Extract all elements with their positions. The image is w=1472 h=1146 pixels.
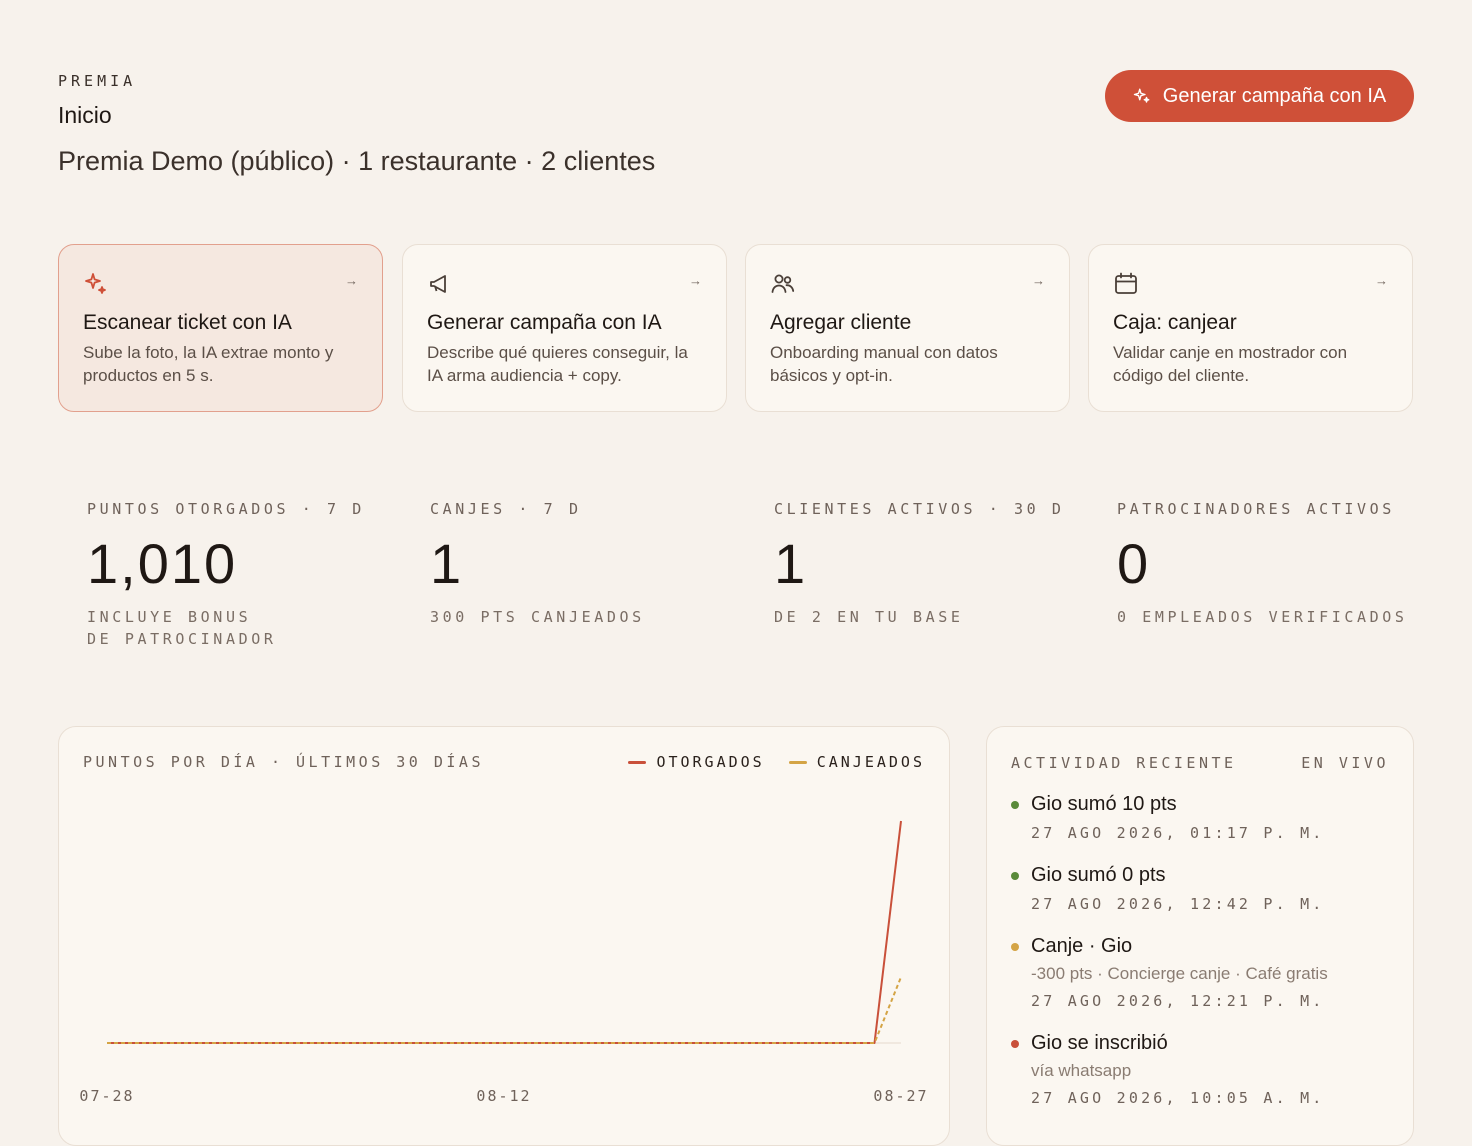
recent-activity-panel: ACTIVIDAD RECIENTE EN VIVO Gio sumó 10 p… xyxy=(986,726,1414,1146)
activity-text: Canje · Gio xyxy=(1031,935,1133,957)
stat-active-clients: CLIENTES ACTIVOS · 30 D 1 DE 2 EN TU BAS… xyxy=(774,500,1074,628)
live-badge: EN VIVO xyxy=(1301,754,1389,772)
card-title: Escanear ticket con IA xyxy=(83,311,292,334)
status-dot xyxy=(1011,872,1019,880)
stat-value: 1 xyxy=(430,532,464,595)
stat-label: CANJES · 7 D xyxy=(430,500,582,518)
calendar-icon xyxy=(1115,272,1137,294)
status-dot xyxy=(1011,943,1019,951)
stat-value: 1 xyxy=(774,532,808,595)
sparkle-icon xyxy=(1133,88,1150,103)
activity-text: Gio sumó 10 pts xyxy=(1031,793,1177,815)
megaphone-icon xyxy=(430,275,446,293)
activity-text: Gio sumó 0 pts xyxy=(1031,864,1166,886)
status-dot xyxy=(1011,801,1019,809)
activity-item: Gio sumó 0 pts 27 AGO 2026, 12:42 P. M. xyxy=(1011,864,1393,913)
stat-note: 0 EMPLEADOS VERIFICADOS xyxy=(1117,608,1408,626)
series-line-otorgados xyxy=(107,820,902,1044)
stat-note: INCLUYE BONUS DE PATROCINADOR xyxy=(87,608,277,648)
users-icon xyxy=(771,274,795,293)
generate-campaign-button[interactable]: Generar campaña con IA xyxy=(1105,70,1414,122)
activity-title: ACTIVIDAD RECIENTE xyxy=(1011,754,1237,772)
generate-campaign-label: Generar campaña con IA xyxy=(1162,84,1387,107)
activity-timestamp: 27 AGO 2026, 12:42 P. M. xyxy=(1031,895,1325,913)
x-tick-label: 07-28 xyxy=(79,1087,134,1105)
card-generate-campaign[interactable]: → Generar campaña con IA Describe qué qu… xyxy=(402,244,727,412)
arrow-right-icon: → xyxy=(345,273,358,288)
stat-value: 1,010 xyxy=(87,532,238,595)
activity-detail: -300 pts · Concierge canje · Café gratis xyxy=(1031,964,1328,983)
arrow-right-icon: → xyxy=(1032,273,1045,288)
card-description: Sube la foto, la IA extrae monto y produ… xyxy=(83,343,334,385)
workspace-summary: Premia Demo (público) · 1 restaurante · … xyxy=(58,146,656,176)
stat-active-sponsors: PATROCINADORES ACTIVOS 0 0 EMPLEADOS VER… xyxy=(1117,500,1417,628)
x-tick-label: 08-27 xyxy=(873,1087,928,1105)
stat-value: 0 xyxy=(1117,532,1151,595)
card-title: Agregar cliente xyxy=(770,311,912,334)
stat-label: CLIENTES ACTIVOS · 30 D xyxy=(774,500,1065,518)
card-title: Caja: canjear xyxy=(1113,311,1237,334)
stat-label: PUNTOS OTORGADOS · 7 D xyxy=(87,500,365,518)
activity-timestamp: 27 AGO 2026, 01:17 P. M. xyxy=(1031,824,1325,842)
stat-note: DE 2 EN TU BASE xyxy=(774,608,964,626)
arrow-right-icon: → xyxy=(1375,273,1388,288)
points-chart-panel: PUNTOS POR DÍA · ÚLTIMOS 30 DÍAS OTORGAD… xyxy=(58,726,950,1146)
card-description: Describe qué quieres conseguir, la IA ar… xyxy=(427,343,688,385)
status-dot xyxy=(1011,1040,1019,1048)
stat-points-awarded: PUNTOS OTORGADOS · 7 D 1,010 INCLUYE BON… xyxy=(87,500,387,650)
card-add-client[interactable]: → Agregar cliente Onboarding manual con … xyxy=(745,244,1070,412)
activity-text: Gio se inscribió xyxy=(1031,1032,1168,1054)
activity-item: Gio sumó 10 pts 27 AGO 2026, 01:17 P. M. xyxy=(1011,793,1393,842)
stat-label: PATROCINADORES ACTIVOS xyxy=(1117,500,1395,518)
sparkle-icon xyxy=(85,273,106,294)
page-title: Inicio xyxy=(58,102,112,128)
x-tick-label: 08-12 xyxy=(476,1087,531,1105)
card-title: Generar campaña con IA xyxy=(427,311,662,334)
activity-item: Canje · Gio -300 pts · Concierge canje ·… xyxy=(1011,935,1393,1010)
stat-note: 300 PTS CANJEADOS xyxy=(430,608,645,626)
activity-detail: vía whatsapp xyxy=(1031,1061,1132,1080)
card-scan-ticket[interactable]: → Escanear ticket con IA Sube la foto, l… xyxy=(58,244,383,412)
card-cashier-redeem[interactable]: → Caja: canjear Validar canje en mostrad… xyxy=(1088,244,1413,412)
activity-timestamp: 27 AGO 2026, 12:21 P. M. xyxy=(1031,992,1325,1010)
series-line-canjeados xyxy=(107,976,902,1044)
points-line-chart: 07-28 08-12 08-27 xyxy=(79,820,928,1105)
activity-timestamp: 27 AGO 2026, 10:05 A. M. xyxy=(1031,1089,1325,1107)
stat-redemptions: CANJES · 7 D 1 300 PTS CANJEADOS xyxy=(430,500,730,628)
card-description: Validar canje en mostrador con código de… xyxy=(1113,343,1348,385)
brand-label: PREMIA xyxy=(58,72,137,90)
activity-item: Gio se inscribió vía whatsapp 27 AGO 202… xyxy=(1011,1032,1393,1107)
card-description: Onboarding manual con datos básicos y op… xyxy=(770,343,998,385)
arrow-right-icon: → xyxy=(689,273,702,288)
